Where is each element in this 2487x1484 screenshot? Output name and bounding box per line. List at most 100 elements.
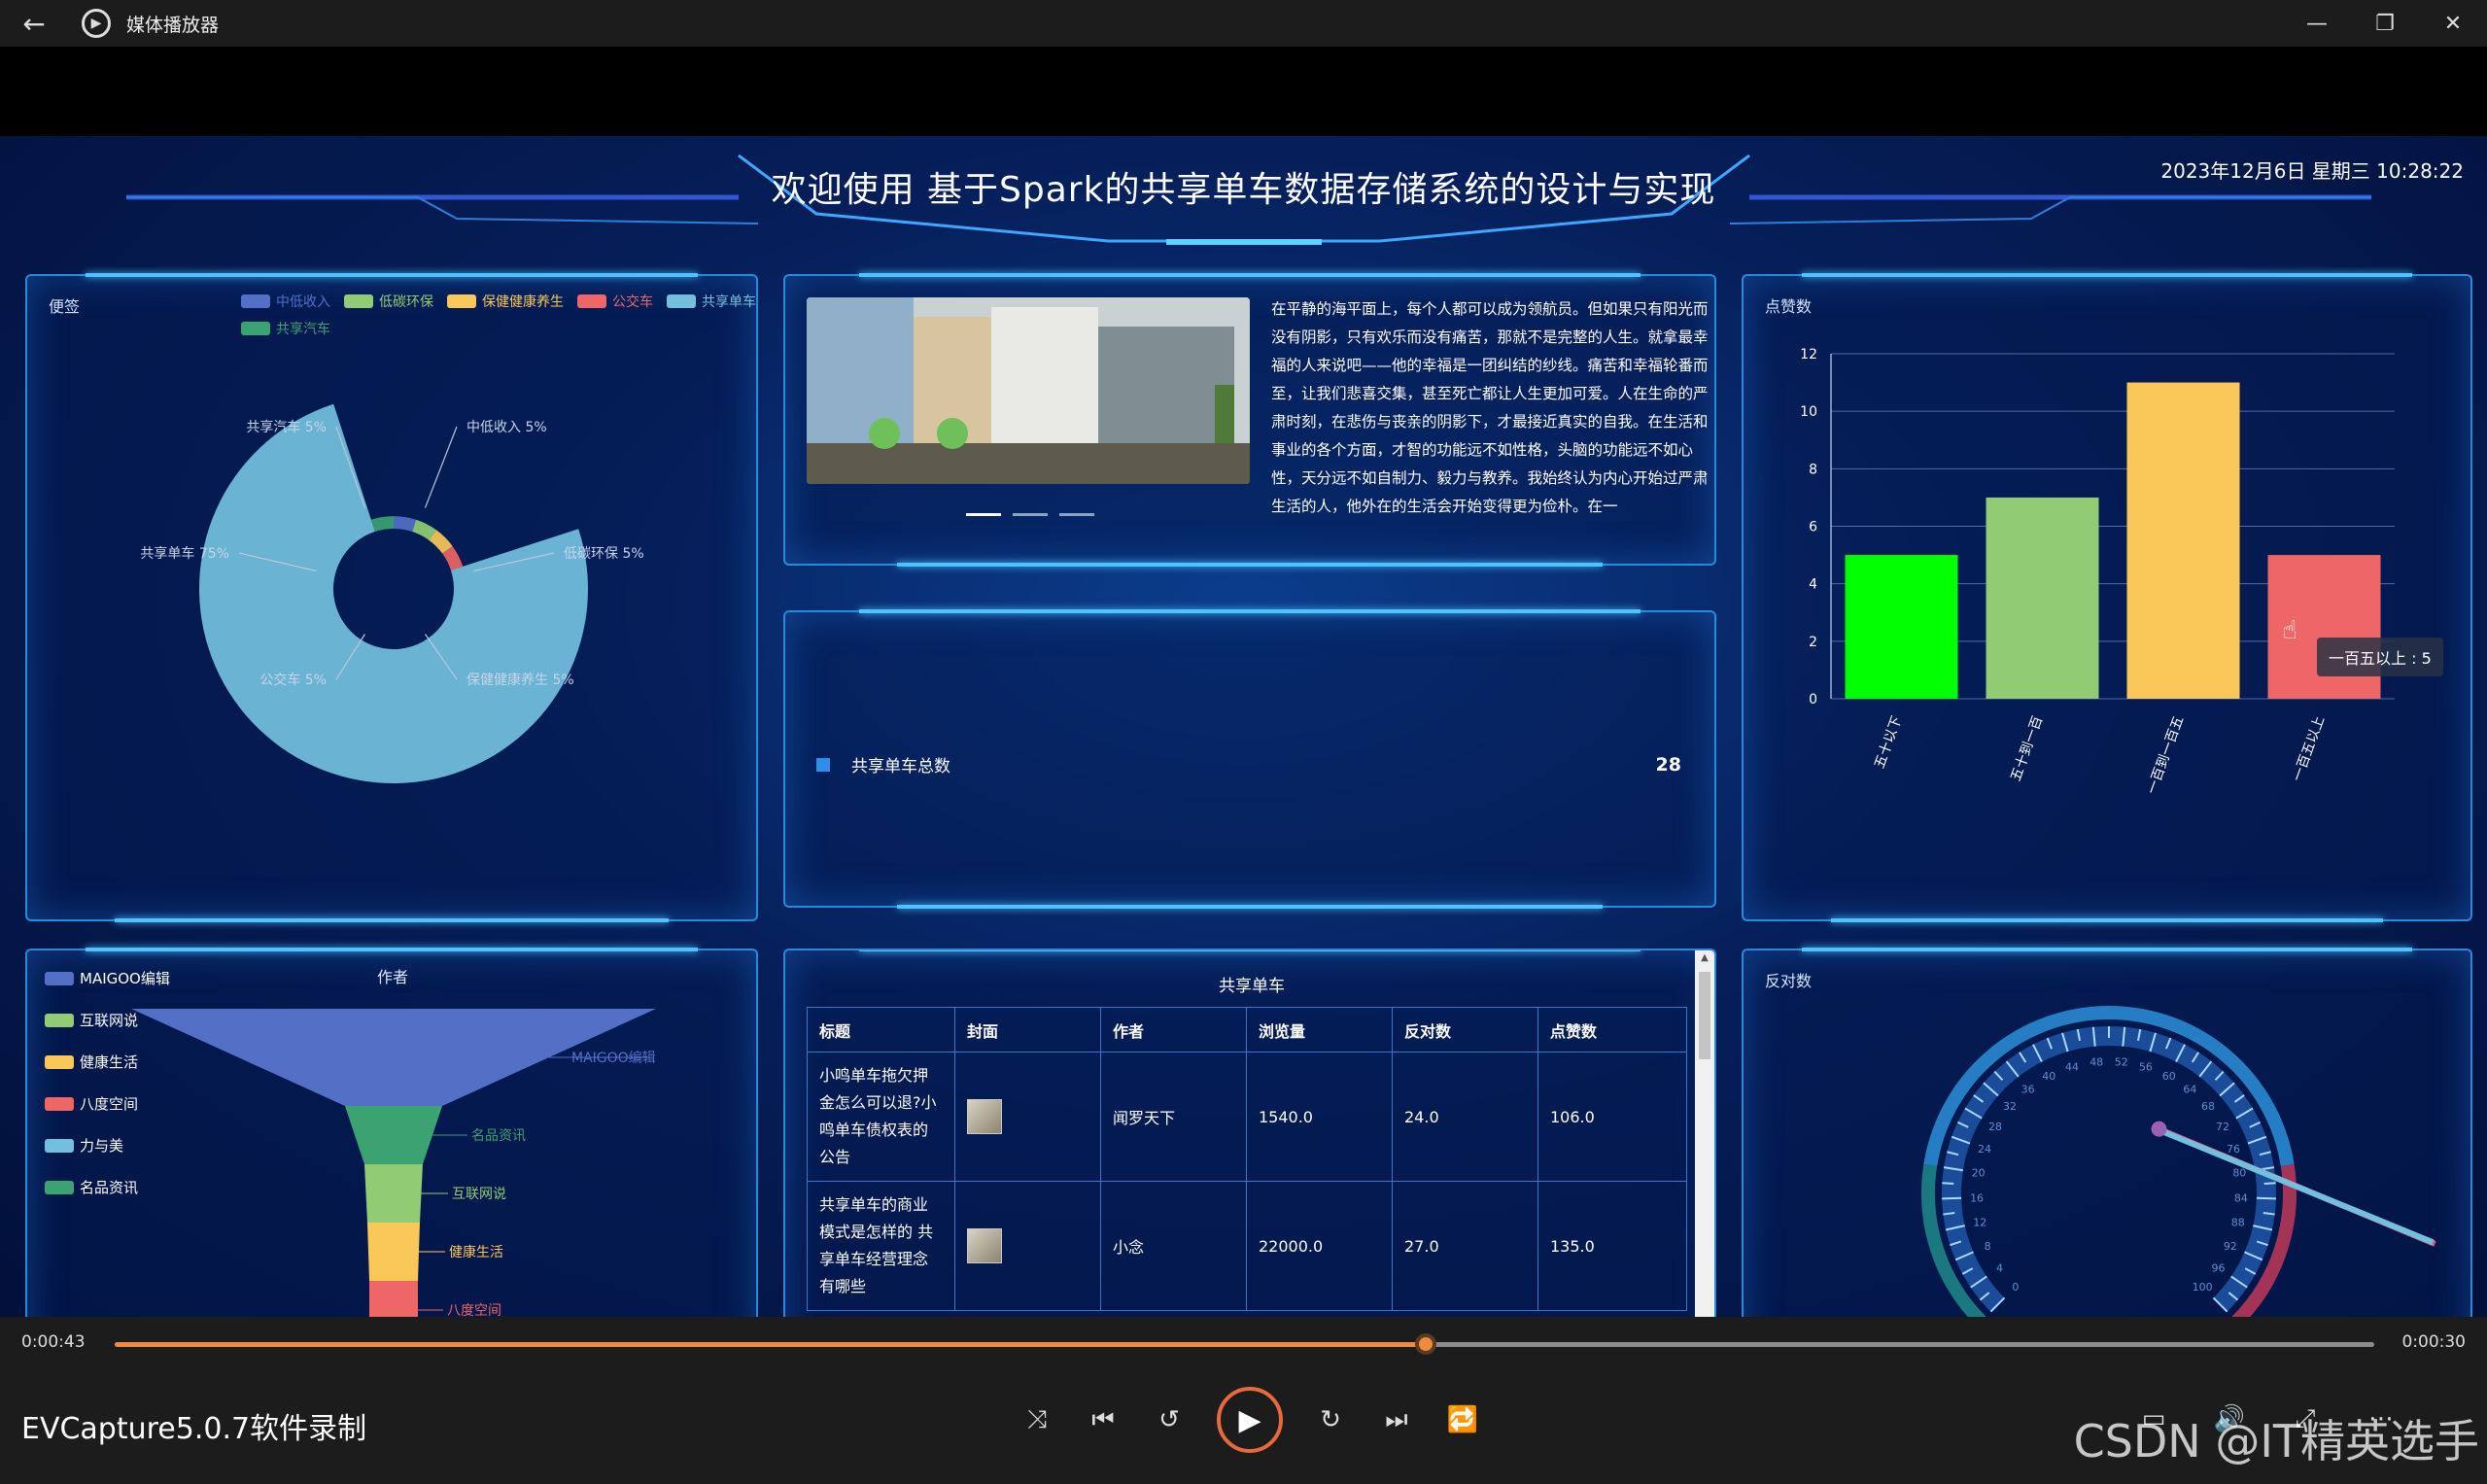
back-icon[interactable]: ← <box>0 0 68 47</box>
gauge-scale-label: 60 <box>2162 1070 2176 1083</box>
gauge-scale-label: 100 <box>2193 1281 2213 1294</box>
data-table: 标题 封面 作者 浏览量 反对数 点赞数 小鸣单车拖欠押金怎么可以退?小鸣单车债… <box>807 1007 1687 1311</box>
cell-likes: 135.0 <box>1537 1181 1687 1311</box>
y-tick-label: 4 <box>1809 577 1817 593</box>
pie-panel-title: 便签 <box>49 297 81 316</box>
play-button[interactable]: ▶ <box>1217 1387 1283 1453</box>
legend-item[interactable]: 中低收入 <box>241 292 330 311</box>
carousel-dot[interactable] <box>1013 513 1048 516</box>
gauge-tick <box>2263 1182 2276 1185</box>
carousel-image[interactable] <box>807 297 1250 484</box>
bar-panel: 点赞数 0 2 4 6 8 10 12 五十以下 五十到一百 一百到一百五 一百五以上 一百五以上 … <box>1742 273 2472 922</box>
seek-knob[interactable] <box>1414 1333 1436 1355</box>
funnel-segment <box>367 1223 420 1281</box>
watermark: CSDN @IT精英选手 <box>2073 1415 2479 1467</box>
table-scrollbar[interactable]: ▲ ▼ <box>1695 950 1714 1317</box>
carousel-dot[interactable] <box>966 513 1001 516</box>
funnel-chart: MAIGOO编辑名品资讯互联网说健康生活八度空间力与美 <box>131 1009 656 1317</box>
legend-swatch <box>447 294 476 308</box>
legend-item[interactable]: 共享单车 <box>667 292 756 311</box>
legend-item[interactable]: 保健健康养生 <box>447 292 564 311</box>
pie-label: 低碳环保 5% <box>564 546 644 562</box>
bar <box>1986 497 2099 699</box>
scroll-thumb[interactable] <box>1699 972 1710 1059</box>
gauge-needle <box>2160 1128 2435 1245</box>
gauge-chart: 048121620242832364044 48 52 566064687276808… <box>1921 1006 2436 1317</box>
restore-icon[interactable]: ❐ <box>2351 0 2419 47</box>
pie-slice <box>394 516 417 533</box>
col-header: 点赞数 <box>1537 1007 1687 1053</box>
video-frame[interactable]: 欢迎使用 基于Spark的共享单车数据存储系统的设计与实现 2023年12月6日… <box>0 136 2487 1317</box>
col-header: 封面 <box>954 1007 1101 1053</box>
cover-thumbnail[interactable] <box>967 1228 1002 1263</box>
pie-slice <box>370 516 394 533</box>
x-tick-label: 一百到一百五 <box>2144 714 2187 796</box>
y-tick-label: 10 <box>1800 404 1817 420</box>
gauge-scale-label: 28 <box>1988 1121 2002 1133</box>
scroll-up-icon[interactable]: ▲ <box>1695 952 1714 963</box>
close-icon[interactable]: ✕ <box>2419 0 2487 47</box>
funnel-segment <box>364 1164 423 1223</box>
pie-slice <box>199 403 589 783</box>
gauge-scale-label: 16 <box>1970 1191 1984 1204</box>
table-row[interactable]: 小鸣单车拖欠押金怎么可以退?小鸣单车债权表的公告 闻罗天下 1540.0 24.… <box>807 1052 1687 1182</box>
stat-panel: 共享单车总数 28 <box>783 609 1716 909</box>
gauge-scale-label: 12 <box>1973 1217 1986 1229</box>
funnel-segment <box>369 1281 418 1317</box>
funnel-label: 健康生活 <box>449 1244 503 1260</box>
minimize-icon[interactable]: — <box>2283 0 2351 47</box>
legend-item[interactable]: 共享汽车 <box>241 319 330 338</box>
cell-likes: 106.0 <box>1537 1052 1687 1182</box>
media-player-icon: ▶ <box>82 9 111 38</box>
y-tick-label: 8 <box>1809 462 1817 477</box>
pie-label: 保健健康养生 5% <box>466 672 574 688</box>
gauge-scale-label: 68 <box>2201 1100 2215 1113</box>
gauge-scale-label: 64 <box>2183 1084 2196 1096</box>
cell-cover <box>954 1052 1101 1182</box>
rewind-10-icon[interactable]: ↺ <box>1151 1401 1188 1438</box>
carousel-dots[interactable] <box>966 513 1094 516</box>
forward-30-icon[interactable]: ↻ <box>1312 1401 1349 1438</box>
gauge-scale-label: 56 <box>2139 1060 2153 1073</box>
col-header: 反对数 <box>1392 1007 1538 1053</box>
col-header: 作者 <box>1100 1007 1247 1053</box>
gauge-scale-label: 52 <box>2115 1056 2128 1069</box>
legend-label: 保健健康养生 <box>482 294 564 310</box>
legend-swatch <box>241 294 270 308</box>
funnel-panel-title: 作者 <box>377 968 409 986</box>
cover-thumbnail[interactable] <box>967 1099 1002 1134</box>
gauge-tick <box>1942 1182 1954 1185</box>
stat-value: 28 <box>1655 753 1681 776</box>
pie-legend: 中低收入 低碳环保 保健健康养生 公交车 共享单车共享汽车 <box>241 292 766 338</box>
shuffle-icon[interactable]: ⤨ <box>1019 1401 1055 1438</box>
gauge-scale-label: 32 <box>2003 1100 2017 1113</box>
pie-label-line <box>424 426 458 508</box>
gauge-panel: 反对数 0 4 8 12 16 20 24 28 32 36 40 44 48 52 56 60 64 68 72 7… <box>1742 948 2472 1317</box>
datetime: 2023年12月6日 星期三 10:28:22 <box>2160 159 2464 183</box>
legend-item[interactable]: MAIGOO编辑 <box>45 968 170 988</box>
legend-item[interactable]: 公交车 <box>577 292 653 311</box>
previous-icon[interactable]: ⏮ <box>1085 1401 1122 1438</box>
bar <box>1845 555 1958 699</box>
cell-views: 1540.0 <box>1246 1052 1393 1182</box>
window-title: 媒体播放器 <box>126 14 220 36</box>
gauge-scale-label: 76 <box>2227 1143 2240 1156</box>
gauge-scale-label: 4 <box>1996 1261 2003 1274</box>
seek-bar[interactable] <box>115 1333 2374 1355</box>
legend-item[interactable]: 低碳环保 <box>344 292 433 311</box>
gauge-scale-label: 84 <box>2234 1191 2248 1204</box>
gauge-tick <box>2256 1196 2276 1200</box>
next-icon[interactable]: ⏭ <box>1378 1401 1415 1438</box>
bar <box>2126 382 2240 699</box>
cell-author: 闻罗天下 <box>1100 1052 1247 1182</box>
table-row[interactable]: 共享单车的商业模式是怎样的 共享单车经营理念有哪些 小念 22000.0 27.… <box>807 1181 1687 1311</box>
y-tick-label: 12 <box>1800 347 1817 362</box>
gauge-scale-label: 8 <box>1985 1240 1991 1253</box>
repeat-icon[interactable]: 🔁 <box>1444 1401 1481 1438</box>
cell-cover <box>954 1181 1101 1311</box>
title-bar: ← ▶ 媒体播放器 — ❐ ✕ <box>0 0 2487 47</box>
funnel-label: 互联网说 <box>452 1187 506 1202</box>
stat-row: 共享单车总数 28 <box>816 752 1681 777</box>
carousel-dot[interactable] <box>1059 513 1094 516</box>
mouse-cursor-icon: ☝ <box>2282 616 2297 645</box>
